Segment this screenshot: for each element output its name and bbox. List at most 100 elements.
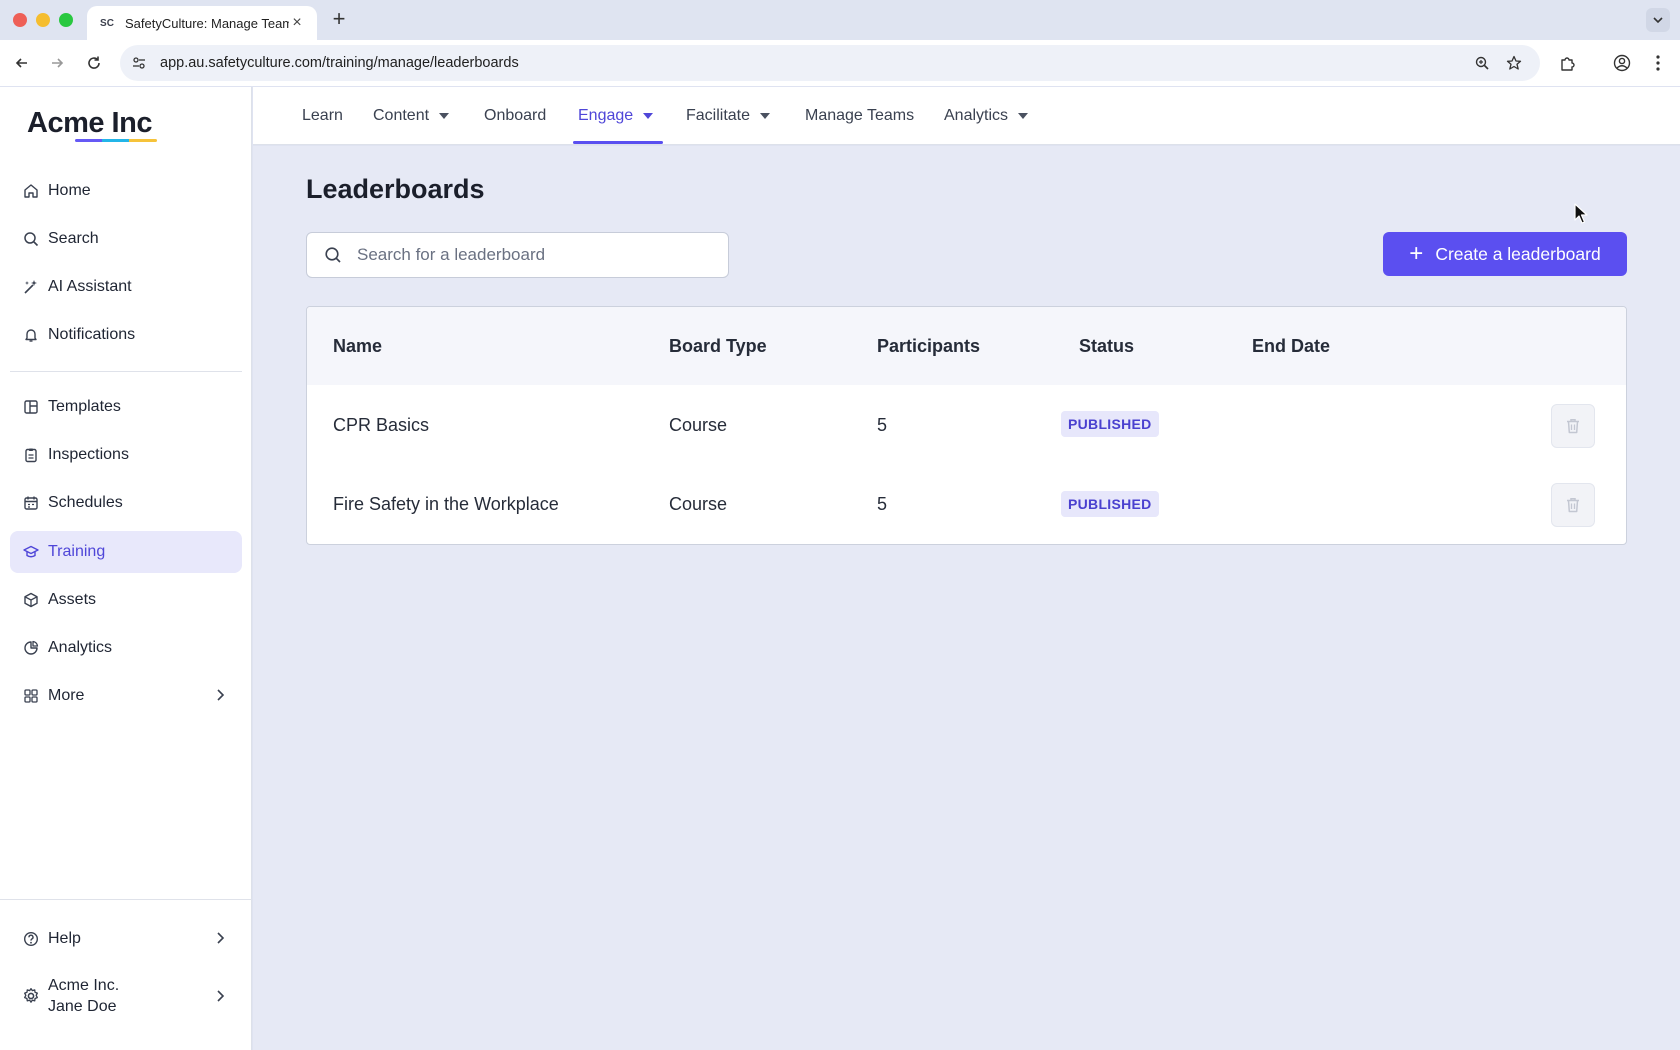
training-top-nav: Learn Content Onboard Engage Facilitate … bbox=[253, 87, 1680, 145]
tab-learn[interactable]: Learn bbox=[302, 87, 343, 145]
window-maximize-button[interactable] bbox=[59, 13, 73, 27]
sidebar-item-assets[interactable]: Assets bbox=[10, 579, 242, 621]
tab-engage[interactable]: Engage bbox=[578, 87, 654, 145]
window-close-button[interactable] bbox=[13, 13, 27, 27]
cell-participants: 5 bbox=[877, 415, 888, 435]
forward-button[interactable] bbox=[45, 51, 69, 75]
create-leaderboard-label: Create a leaderboard bbox=[1435, 243, 1601, 264]
leaderboards-table: Name Board Type Participants Status End … bbox=[306, 306, 1627, 545]
browser-tab[interactable]: SC SafetyCulture: Manage Teams × bbox=[87, 6, 317, 40]
tab-analytics[interactable]: Analytics bbox=[944, 87, 1029, 145]
browser-toolbar: app.au.safetyculture.com/training/manage… bbox=[0, 40, 1680, 86]
column-header-board-type[interactable]: Board Type bbox=[669, 307, 767, 385]
org-name: Acme Inc. bbox=[48, 977, 120, 994]
pie-chart-icon bbox=[22, 639, 40, 657]
table-header: Name Board Type Participants Status End … bbox=[307, 307, 1626, 385]
tab-manage-teams[interactable]: Manage Teams bbox=[805, 87, 914, 145]
account-menu[interactable]: Acme Inc. Jane Doe bbox=[10, 970, 242, 1022]
cell-name[interactable]: Fire Safety in the Workplace bbox=[333, 465, 559, 544]
sidebar-item-home[interactable]: Home bbox=[10, 170, 242, 212]
sidebar-item-label: Templates bbox=[48, 398, 121, 415]
sidebar-item-schedules[interactable]: Schedules bbox=[10, 482, 242, 524]
sidebar-item-label: AI Assistant bbox=[48, 278, 132, 295]
tab-content[interactable]: Content bbox=[373, 87, 450, 145]
sidebar-item-label: Training bbox=[48, 543, 106, 560]
extensions-puzzle-icon[interactable] bbox=[1556, 51, 1580, 75]
trash-icon bbox=[1567, 498, 1579, 513]
tab-label: Onboard bbox=[484, 107, 547, 124]
new-tab-button[interactable]: + bbox=[327, 7, 351, 31]
delete-button[interactable] bbox=[1551, 404, 1595, 448]
sidebar-bottom-divider bbox=[0, 899, 252, 900]
sidebar-item-label: Schedules bbox=[48, 494, 123, 511]
tab-label: Analytics bbox=[944, 107, 1009, 124]
sidebar-item-more[interactable]: More bbox=[10, 675, 242, 717]
sidebar-item-ai-assistant[interactable]: AI Assistant bbox=[10, 266, 242, 308]
address-bar[interactable]: app.au.safetyculture.com/training/manage… bbox=[120, 45, 1540, 81]
tab-facilitate[interactable]: Facilitate bbox=[686, 87, 771, 145]
sidebar-item-label: Home bbox=[48, 182, 91, 199]
bookmark-star-icon[interactable] bbox=[1502, 51, 1526, 75]
cell-name[interactable]: CPR Basics bbox=[333, 386, 429, 465]
sidebar-item-inspections[interactable]: Inspections bbox=[10, 434, 242, 476]
tab-title: SafetyCulture: Manage Teams bbox=[125, 15, 289, 31]
main-content: Leaderboards + Create a leaderboard Name… bbox=[253, 146, 1680, 1050]
graduation-cap-icon bbox=[22, 543, 40, 561]
caret-down-icon bbox=[439, 113, 450, 119]
templates-icon bbox=[22, 398, 40, 416]
table-row[interactable]: Fire Safety in the Workplace Course 5 PU… bbox=[307, 465, 1626, 544]
create-leaderboard-button[interactable]: + Create a leaderboard bbox=[1383, 232, 1627, 276]
sidebar-item-label: Assets bbox=[48, 591, 97, 608]
profile-avatar-icon[interactable] bbox=[1610, 51, 1634, 75]
chevron-right-icon bbox=[217, 990, 225, 1002]
search-input[interactable] bbox=[357, 245, 687, 265]
sidebar-item-help[interactable]: Help bbox=[10, 918, 242, 960]
tab-close-icon[interactable]: × bbox=[289, 14, 305, 32]
search-icon bbox=[22, 230, 40, 248]
sidebar-item-search[interactable]: Search bbox=[10, 218, 242, 260]
reload-icon bbox=[88, 56, 100, 69]
tab-search-button[interactable] bbox=[1646, 8, 1670, 32]
sidebar-divider bbox=[10, 371, 242, 372]
chevron-right-icon bbox=[217, 689, 225, 701]
cube-icon bbox=[22, 591, 40, 609]
help-label: Help bbox=[48, 930, 81, 947]
tab-onboard[interactable]: Onboard bbox=[484, 87, 546, 145]
column-header-participants[interactable]: Participants bbox=[877, 307, 980, 385]
page-title: Leaderboards bbox=[306, 174, 485, 204]
column-header-status[interactable]: Status bbox=[1079, 307, 1134, 385]
browser-chrome: SC SafetyCulture: Manage Teams × + app.a… bbox=[0, 0, 1680, 86]
chevron-right-icon bbox=[217, 932, 225, 944]
zoom-icon[interactable] bbox=[1470, 51, 1494, 75]
sidebar: Acme Inc Home Search AI Assistant Notifi… bbox=[0, 87, 252, 1050]
sidebar-item-templates[interactable]: Templates bbox=[10, 386, 242, 428]
status-badge: PUBLISHED bbox=[1061, 411, 1159, 437]
url-text: app.au.safetyculture.com/training/manage… bbox=[160, 55, 519, 71]
company-logo[interactable]: Acme Inc bbox=[27, 107, 152, 140]
back-button[interactable] bbox=[10, 51, 34, 75]
leaderboard-search[interactable] bbox=[306, 232, 729, 278]
sidebar-item-label: Notifications bbox=[48, 326, 136, 343]
sidebar-item-training[interactable]: Training bbox=[10, 531, 242, 573]
site-settings-icon[interactable] bbox=[128, 52, 150, 74]
sidebar-item-label: Analytics bbox=[48, 639, 113, 656]
reload-button[interactable] bbox=[82, 51, 106, 75]
column-header-end-date[interactable]: End Date bbox=[1252, 307, 1330, 385]
gear-icon bbox=[24, 988, 38, 1003]
account-text: Acme Inc. Jane Doe bbox=[48, 975, 119, 1017]
plus-icon: + bbox=[1409, 240, 1424, 267]
arrow-right-icon bbox=[52, 58, 64, 68]
home-icon bbox=[22, 182, 40, 200]
table-row[interactable]: CPR Basics Course 5 PUBLISHED bbox=[307, 386, 1626, 465]
sidebar-item-notifications[interactable]: Notifications bbox=[10, 314, 242, 356]
delete-button[interactable] bbox=[1551, 483, 1595, 527]
kebab-menu-icon[interactable] bbox=[1646, 51, 1670, 75]
sparkle-icon bbox=[22, 278, 40, 296]
column-header-name[interactable]: Name bbox=[333, 307, 382, 385]
sidebar-item-analytics[interactable]: Analytics bbox=[10, 627, 242, 669]
trash-icon bbox=[1567, 419, 1579, 434]
cell-board-type: Course bbox=[669, 494, 728, 514]
status-badge: PUBLISHED bbox=[1061, 491, 1159, 517]
caret-down-icon bbox=[1018, 113, 1029, 119]
window-minimize-button[interactable] bbox=[36, 13, 50, 27]
